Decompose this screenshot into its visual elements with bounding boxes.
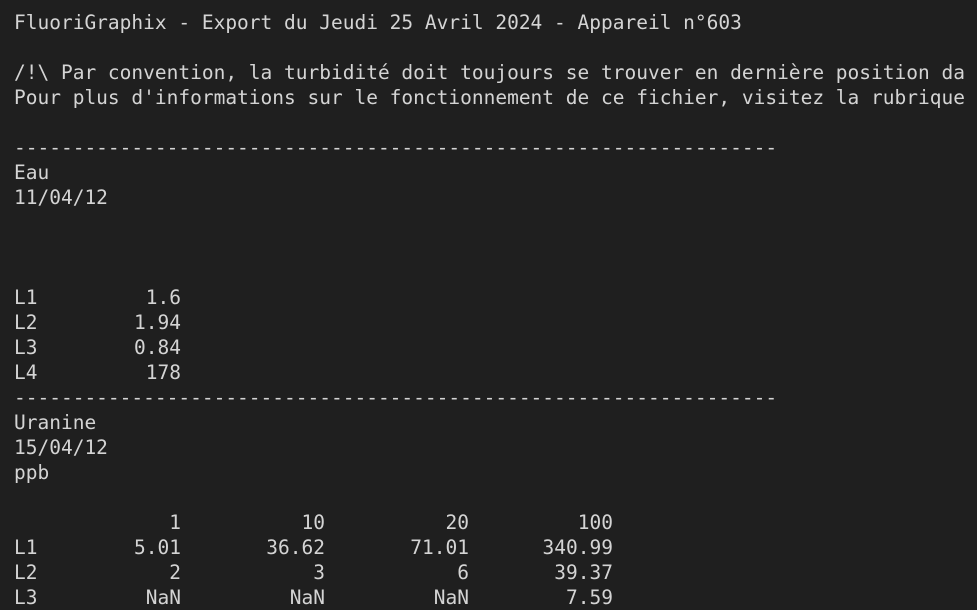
table-cell: 7.59: [566, 586, 613, 609]
table-cell: 2: [169, 561, 181, 584]
table-cell: 6: [457, 561, 469, 584]
row-label: L1: [14, 536, 38, 559]
section-unit: ppb: [14, 461, 50, 484]
section-date: 15/04/12: [14, 436, 108, 459]
table-cell: NaN: [433, 586, 469, 609]
table-cell: 3: [313, 561, 325, 584]
table-cell: 71.01: [410, 536, 469, 559]
row-value: 1.6: [145, 286, 181, 309]
column-header: 10: [301, 511, 325, 534]
table-cell: 36.62: [266, 536, 325, 559]
row-label: L3: [14, 586, 38, 609]
row-value: 0.84: [134, 336, 181, 359]
row-value: 178: [145, 361, 181, 384]
convention-note: /!\ Par convention, la turbidité doit to…: [14, 61, 965, 84]
table-cell: NaN: [145, 586, 181, 609]
section-name: Eau: [14, 161, 50, 184]
file-title: FluoriGraphix - Export du Jeudi 25 Avril…: [14, 11, 742, 34]
table-cell: 5.01: [134, 536, 181, 559]
row-value: 1.94: [134, 311, 181, 334]
column-header: 20: [445, 511, 469, 534]
section-name: Uranine: [14, 411, 97, 434]
row-label: L3: [14, 336, 38, 359]
table-cell: 39.37: [554, 561, 613, 584]
table-cell: 340.99: [542, 536, 613, 559]
table-cell: NaN: [289, 586, 325, 609]
row-label: L2: [14, 561, 38, 584]
section-date: 11/04/12: [14, 186, 108, 209]
column-header: 100: [577, 511, 613, 534]
row-label: L4: [14, 361, 38, 384]
text-file-viewer[interactable]: FluoriGraphix - Export du Jeudi 25 Avril…: [0, 0, 977, 610]
info-note: Pour plus d'informations sur le fonction…: [14, 86, 965, 109]
column-header: 1: [169, 511, 181, 534]
row-label: L2: [14, 311, 38, 334]
row-label: L1: [14, 286, 38, 309]
separator: ----------------------------------------…: [14, 136, 778, 159]
separator: ----------------------------------------…: [14, 386, 778, 409]
